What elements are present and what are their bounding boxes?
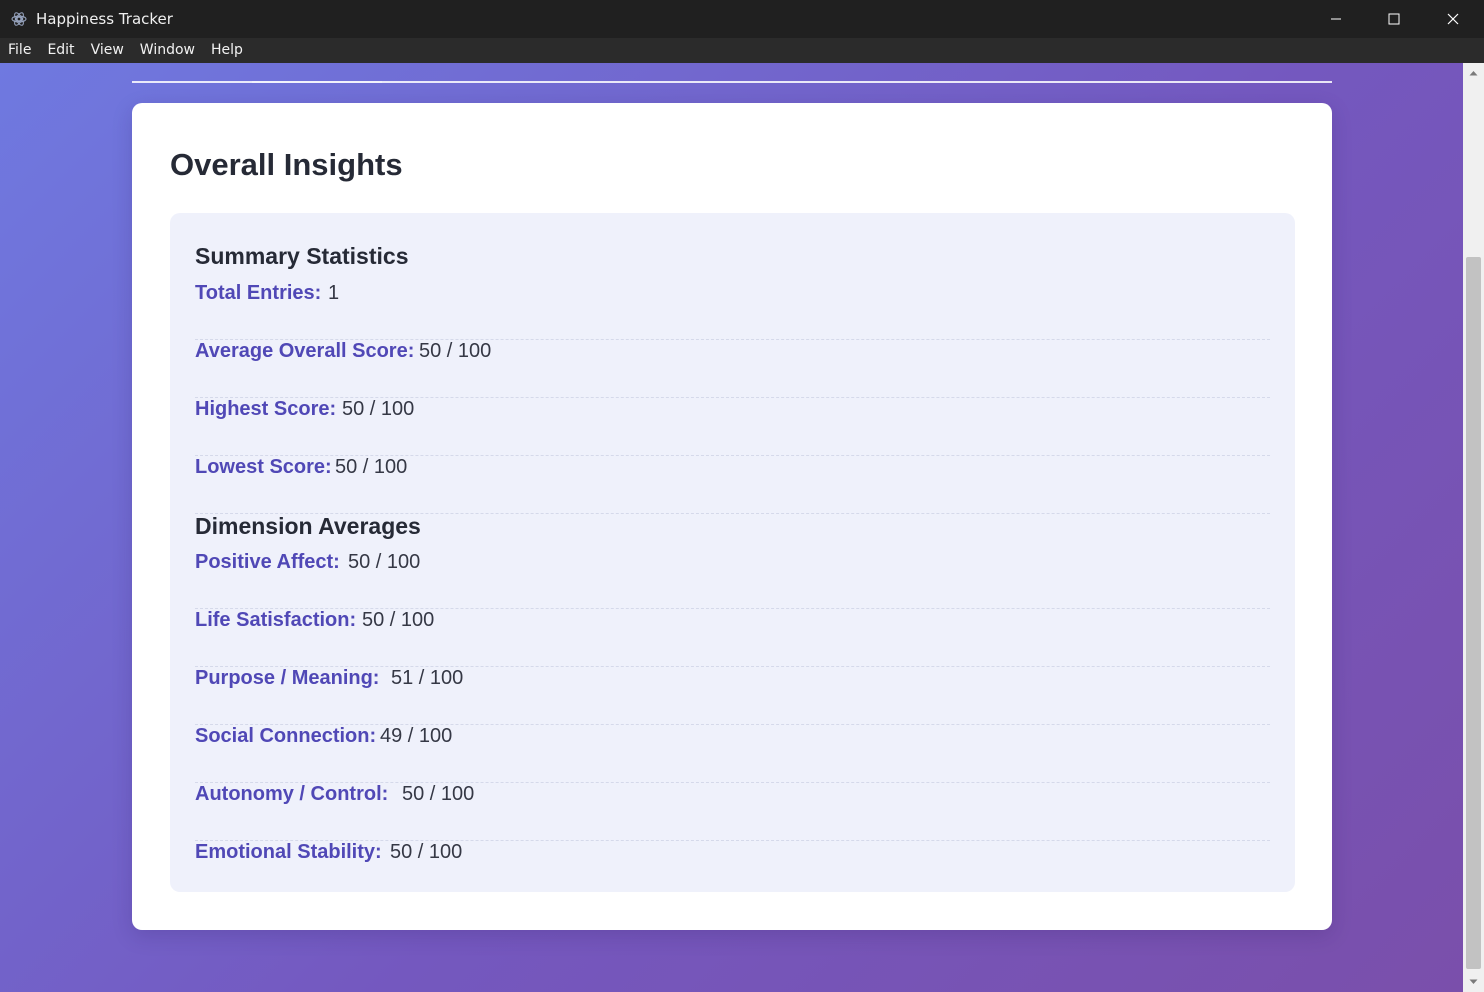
stat-label: Autonomy / Control:: [195, 783, 389, 805]
stat-row-highest-score: Highest Score: 50 / 100: [195, 398, 1270, 456]
close-button[interactable]: [1424, 0, 1482, 38]
stat-value: 50 / 100: [402, 783, 475, 805]
page-title: Overall Insights: [170, 147, 403, 182]
stat-row-purpose-meaning: Purpose / Meaning: 51 / 100: [195, 667, 1270, 725]
minimize-button[interactable]: [1307, 0, 1365, 38]
scroll-down-button[interactable]: [1463, 972, 1484, 992]
scroll-thumb[interactable]: [1466, 257, 1481, 969]
stat-row-positive-affect: Positive Affect: 50 / 100: [195, 551, 1270, 609]
stat-label: Highest Score:: [195, 398, 337, 420]
stat-label: Average Overall Score:: [195, 340, 415, 362]
menu-help[interactable]: Help: [203, 38, 251, 63]
insights-panel: Summary Statistics Total Entries: 1 Aver…: [170, 213, 1295, 892]
stat-label: Purpose / Meaning:: [195, 667, 380, 689]
stat-label: Life Satisfaction:: [195, 609, 357, 631]
stat-value: 50 / 100: [342, 398, 415, 420]
menu-edit[interactable]: Edit: [39, 38, 82, 63]
stat-value: 50 / 100: [335, 456, 408, 478]
close-icon: [1447, 13, 1459, 25]
menu-window[interactable]: Window: [132, 38, 203, 63]
stat-row-social-connection: Social Connection: 49 / 100: [195, 725, 1270, 783]
main-content: Overall Insights Summary Statistics Tota…: [0, 63, 1463, 992]
scroll-up-button[interactable]: [1463, 63, 1484, 83]
stat-value: 49 / 100: [380, 725, 453, 747]
stat-row-total-entries: Total Entries: 1: [195, 282, 1270, 340]
menu-bar: File Edit View Window Help: [0, 38, 1484, 63]
stat-label: Social Connection:: [195, 725, 377, 747]
stat-row-autonomy-control: Autonomy / Control: 50 / 100: [195, 783, 1270, 841]
stat-value: 51 / 100: [391, 667, 464, 689]
stat-row-lowest-score: Lowest Score: 50 / 100: [195, 456, 1270, 514]
stat-value: 50 / 100: [419, 340, 492, 362]
stat-label: Positive Affect:: [195, 551, 340, 573]
window-title: Happiness Tracker: [36, 10, 173, 28]
chevron-up-icon: [1469, 71, 1478, 76]
vertical-scrollbar[interactable]: [1463, 63, 1484, 992]
dimensions-heading: Dimension Averages: [195, 513, 421, 539]
stat-label: Total Entries:: [195, 282, 322, 304]
chevron-down-icon: [1469, 979, 1478, 984]
stat-label: Lowest Score:: [195, 456, 332, 478]
stat-value: 1: [328, 282, 340, 304]
stat-label: Emotional Stability:: [195, 841, 382, 863]
menu-view[interactable]: View: [83, 38, 132, 63]
app-window: Happiness Tracker File Edit View Window …: [0, 0, 1484, 992]
app-icon: [11, 11, 27, 27]
active-tab-indicator: [252, 81, 382, 83]
tab-divider: [132, 81, 1332, 83]
title-bar[interactable]: Happiness Tracker: [0, 0, 1484, 38]
stat-row-emotional-stability: Emotional Stability: 50 / 100: [195, 841, 1270, 899]
maximize-icon: [1388, 13, 1400, 25]
summary-heading: Summary Statistics: [195, 243, 409, 269]
stat-value: 50 / 100: [390, 841, 463, 863]
minimize-icon: [1331, 18, 1341, 20]
maximize-button[interactable]: [1365, 0, 1423, 38]
stat-value: 50 / 100: [348, 551, 421, 573]
menu-file[interactable]: File: [0, 38, 39, 63]
insights-card: Overall Insights Summary Statistics Tota…: [132, 103, 1332, 930]
stat-row-life-satisfaction: Life Satisfaction: 50 / 100: [195, 609, 1270, 667]
stat-value: 50 / 100: [362, 609, 435, 631]
stat-row-average-score: Average Overall Score: 50 / 100: [195, 340, 1270, 398]
